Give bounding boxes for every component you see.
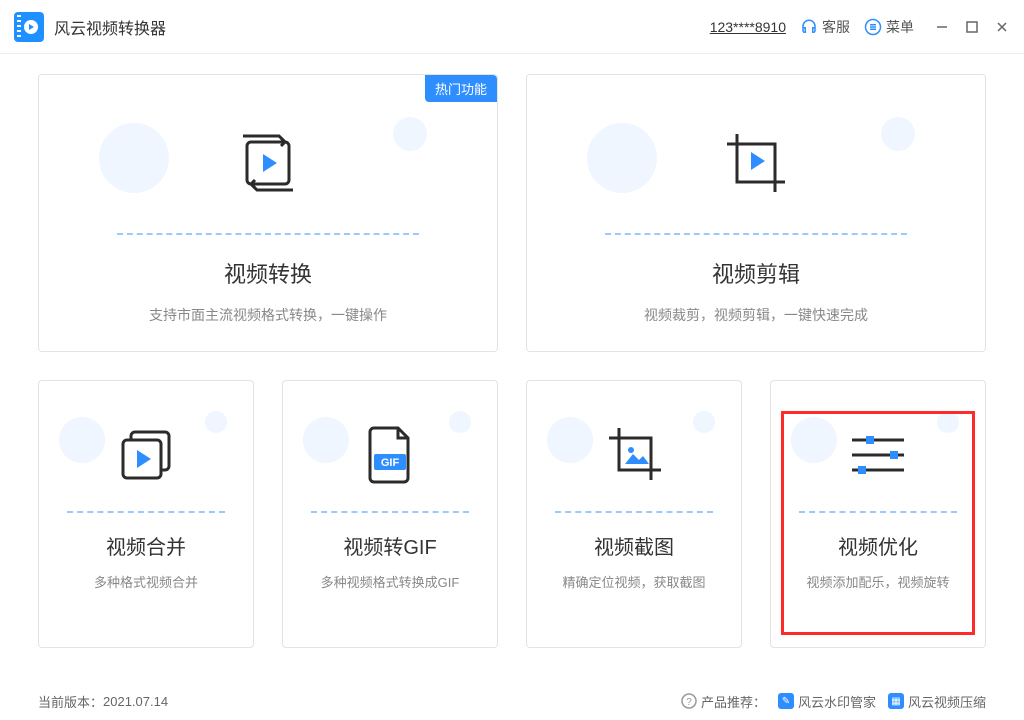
- recommend-1-label: 风云水印管家: [798, 692, 876, 711]
- card-video-gif[interactable]: GIF 视频转GIF 多种视频格式转换成GIF: [282, 380, 498, 648]
- divider: [605, 233, 907, 235]
- headset-icon: [800, 18, 818, 36]
- watermark-app-icon: ✎: [778, 693, 794, 709]
- footer-bar: 当前版本： 2021.07.14 ? 产品推荐： ✎ 风云水印管家 ▦ 风云视频…: [0, 682, 1024, 720]
- card-title: 视频转GIF: [343, 531, 436, 560]
- menu-button[interactable]: 菜单: [864, 17, 914, 37]
- compress-app-icon: ▦: [888, 693, 904, 709]
- recommend-link-2[interactable]: ▦ 风云视频压缩: [888, 692, 986, 711]
- help-icon[interactable]: ?: [681, 693, 697, 709]
- card-title: 视频转换: [224, 257, 312, 289]
- card-subtitle: 多种格式视频合并: [94, 572, 198, 591]
- support-button[interactable]: 客服: [800, 17, 850, 37]
- card-video-screenshot[interactable]: 视频截图 精确定位视频，获取截图: [526, 380, 742, 648]
- maximize-button[interactable]: [964, 19, 980, 35]
- minimize-button[interactable]: [934, 19, 950, 35]
- version-value: 2021.07.14: [103, 694, 168, 709]
- titlebar: 风云视频转换器 123****8910 客服 菜单: [0, 0, 1024, 54]
- card-title: 视频优化: [838, 531, 918, 560]
- menu-label: 菜单: [886, 17, 914, 37]
- close-button[interactable]: [994, 19, 1010, 35]
- card-video-merge[interactable]: 视频合并 多种格式视频合并: [38, 380, 254, 648]
- card-video-convert[interactable]: 热门功能 视频转换 支持市面主流视频格式转换，一键操作: [38, 74, 498, 352]
- card-title: 视频合并: [106, 531, 186, 560]
- hot-badge: 热门功能: [425, 75, 497, 102]
- card-title: 视频截图: [594, 531, 674, 560]
- recommend-2-label: 风云视频压缩: [908, 692, 986, 711]
- support-label: 客服: [822, 17, 850, 37]
- menu-list-icon: [864, 18, 882, 36]
- version-label: 当前版本：: [38, 692, 103, 711]
- svg-text:?: ?: [686, 697, 692, 708]
- card-video-optimize[interactable]: 视频优化 视频添加配乐，视频旋转: [770, 380, 986, 648]
- card-subtitle: 支持市面主流视频格式转换，一键操作: [149, 305, 387, 325]
- maximize-icon: [966, 21, 978, 33]
- card-subtitle: 多种视频格式转换成GIF: [321, 572, 460, 591]
- card-title: 视频剪辑: [712, 257, 800, 289]
- user-id-link[interactable]: 123****8910: [710, 19, 786, 35]
- card-video-edit[interactable]: 视频剪辑 视频裁剪，视频剪辑，一键快速完成: [526, 74, 986, 352]
- recommend-label: 产品推荐：: [701, 692, 766, 711]
- main-content: 热门功能 视频转换 支持市面主流视频格式转换，一键操作: [0, 54, 1024, 686]
- card-subtitle: 视频裁剪，视频剪辑，一键快速完成: [644, 305, 868, 325]
- app-logo-icon: [14, 12, 44, 42]
- card-subtitle: 精确定位视频，获取截图: [562, 572, 705, 591]
- recommend-link-1[interactable]: ✎ 风云水印管家: [778, 692, 876, 711]
- card-subtitle: 视频添加配乐，视频旋转: [806, 572, 949, 591]
- divider: [117, 233, 419, 235]
- close-icon: [995, 20, 1009, 34]
- minimize-icon: [935, 20, 949, 34]
- app-title: 风云视频转换器: [54, 15, 166, 39]
